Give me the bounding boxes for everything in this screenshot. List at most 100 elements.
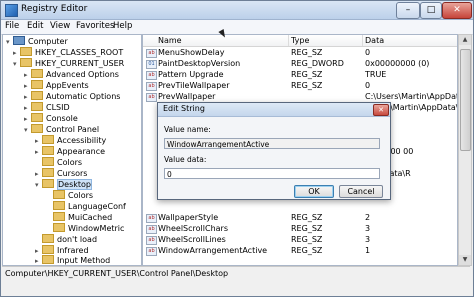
column-data-header[interactable]: Data (365, 36, 384, 45)
expand-arrow-icon[interactable]: ▸ (35, 256, 42, 265)
value-data-cell: 0 (365, 48, 371, 57)
table-row[interactable]: ab Pattern Upgrade REG_SZ TRUE (143, 69, 457, 80)
column-name-header[interactable]: Name (158, 36, 182, 45)
tree-node-advanced-options[interactable]: ▸ Advanced Options (24, 69, 119, 80)
string-value-icon: ab (146, 93, 157, 102)
string-value-icon: ab (146, 225, 157, 234)
table-row[interactable]: ab WheelScrollLines REG_SZ 3 (143, 234, 457, 245)
value-data-cell: 3 (365, 235, 371, 244)
scroll-down-icon[interactable]: ▼ (459, 255, 471, 265)
tree-node-appearance[interactable]: ▸ Appearance (35, 146, 105, 157)
value-name-cell: MenuShowDelay (158, 48, 225, 57)
window-title: Registry Editor (21, 4, 88, 14)
value-name-cell: Pattern Upgrade (158, 70, 224, 79)
minimize-button[interactable]: – (396, 2, 420, 19)
tree-node-windowmetrics[interactable]: WindowMetric (46, 223, 124, 234)
table-row[interactable]: ab MenuShowDelay REG_SZ 0 (143, 47, 457, 58)
folder-icon (31, 91, 43, 100)
string-value-icon: ab (146, 71, 157, 80)
table-row[interactable]: ab WindowArrangementActive REG_SZ 1 (143, 245, 457, 256)
tree-node-cursors[interactable]: ▸ Cursors (35, 168, 87, 179)
folder-icon (42, 168, 54, 177)
registry-editor-icon (5, 4, 18, 17)
value-type-cell: REG_SZ (291, 213, 323, 222)
value-type-cell: REG_DWORD (291, 59, 344, 68)
tree-node-automatic-options[interactable]: ▸ Automatic Options (24, 91, 120, 102)
folder-open-icon (42, 179, 54, 188)
value-name-cell: PrevWallpaper (158, 92, 216, 101)
value-data-cell: 0x00000000 (0) (365, 59, 430, 68)
scroll-thumb[interactable] (460, 49, 471, 151)
value-name-cell: WallpaperStyle (158, 213, 219, 222)
scroll-up-icon[interactable]: ▲ (459, 35, 471, 45)
tree-node-languageconf[interactable]: LanguageConf (46, 201, 126, 212)
tree-node-colors[interactable]: Colors (35, 157, 82, 168)
ok-button[interactable]: OK (294, 185, 334, 198)
folder-icon (42, 146, 54, 155)
value-name-field[interactable]: WindowArrangementActive (164, 138, 380, 149)
close-button[interactable]: ✕ (442, 2, 472, 19)
edit-string-dialog: Edit String ✕ Value name: WindowArrangem… (157, 102, 391, 200)
folder-icon (31, 102, 43, 111)
folder-icon (53, 223, 65, 232)
collapse-arrow-icon[interactable]: ▾ (13, 59, 20, 70)
value-data-input[interactable]: 0 (164, 168, 380, 179)
folder-icon (31, 69, 43, 78)
table-row[interactable]: ab PrevTileWallpaper REG_SZ 0 (143, 80, 457, 91)
menu-view[interactable]: View (50, 21, 70, 31)
menu-bar: File Edit View Favorites Help (1, 20, 473, 35)
title-bar[interactable]: Registry Editor – □ ✕ (1, 1, 473, 20)
tree-node-desktop[interactable]: ▾ Desktop (35, 179, 92, 190)
folder-icon (42, 245, 54, 254)
table-row[interactable]: ab WallpaperStyle REG_SZ 2 (143, 212, 457, 223)
folder-icon (53, 212, 65, 221)
string-value-icon: ab (146, 247, 157, 256)
tree-node-desktop-colors[interactable]: Colors (46, 190, 93, 201)
cancel-button[interactable]: Cancel (339, 185, 383, 198)
folder-icon (42, 157, 54, 166)
menu-help[interactable]: Help (113, 21, 132, 31)
dialog-close-button[interactable]: ✕ (373, 104, 389, 116)
tree-node-computer[interactable]: ▾ Computer (6, 36, 68, 47)
menu-file[interactable]: File (5, 21, 19, 31)
string-value-icon: ab (146, 49, 157, 58)
folder-icon (31, 113, 43, 122)
value-type-cell: REG_SZ (291, 48, 323, 57)
table-row[interactable]: 01 PaintDesktopVersion REG_DWORD 0x00000000… (143, 58, 457, 69)
maximize-button[interactable]: □ (420, 2, 442, 19)
table-row[interactable]: ab WheelScrollChars REG_SZ 3 (143, 223, 457, 234)
folder-icon (20, 47, 32, 56)
menu-favorites[interactable]: Favorites (76, 21, 114, 31)
value-data-cell: 1 (365, 246, 371, 255)
tree-node-input-method[interactable]: ▸ Input Method (35, 255, 110, 265)
dialog-title-bar[interactable]: Edit String ✕ (158, 103, 390, 117)
column-type-header[interactable]: Type (291, 36, 309, 45)
tree-node-hkcr[interactable]: ▸ HKEY_CLASSES_ROOT (13, 47, 123, 58)
tree-node-hkcu[interactable]: ▾ HKEY_CURRENT_USER (13, 58, 124, 69)
computer-icon (13, 36, 25, 45)
tree-node-appevents[interactable]: ▸ AppEvents (24, 80, 89, 91)
table-row[interactable]: abPrevWallpaper C:\Users\Martin\AppData\R (143, 91, 457, 102)
folder-icon (53, 190, 65, 199)
value-data-cell: 3 (365, 224, 371, 233)
value-type-cell: REG_SZ (291, 81, 323, 90)
tree-node-accessibility[interactable]: ▸ Accessibility (35, 135, 106, 146)
collapse-arrow-icon[interactable]: ▾ (35, 180, 42, 191)
tree-node-muicached[interactable]: MuiCached (46, 212, 112, 223)
registry-tree[interactable]: ▾ Computer ▸ HKEY_CLASSES_ROOT ▾ HKEY_CURRE… (2, 34, 142, 266)
binary-value-icon: 01 (146, 60, 157, 69)
tree-node-clsid[interactable]: ▸ CLSID (24, 102, 70, 113)
table-row[interactable] (143, 201, 457, 212)
folder-open-icon (20, 58, 32, 67)
tree-node-control-panel[interactable]: ▾ Control Panel (24, 124, 99, 135)
column-header: Name Type Data (143, 35, 457, 47)
collapse-arrow-icon[interactable]: ▾ (24, 125, 31, 136)
values-scrollbar[interactable]: ▲ ▼ (458, 34, 472, 266)
tree-node-dont-load[interactable]: don't load (35, 234, 97, 245)
value-name-cell: PaintDesktopVersion (158, 59, 241, 68)
value-name-cell: WheelScrollLines (158, 235, 226, 244)
menu-edit[interactable]: Edit (27, 21, 43, 31)
dialog-title: Edit String (163, 104, 205, 113)
tree-node-console[interactable]: ▸ Console (24, 113, 78, 124)
collapse-arrow-icon[interactable]: ▾ (6, 37, 13, 48)
